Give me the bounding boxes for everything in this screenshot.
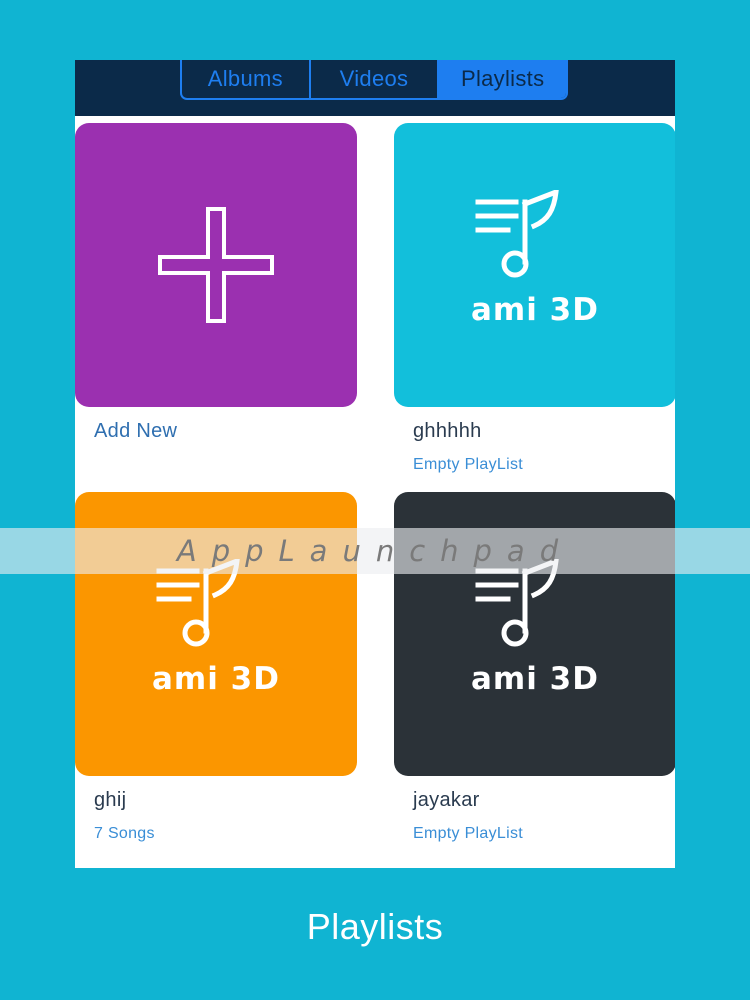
add-new-label: Add New (94, 420, 178, 442)
music-note-icon (156, 559, 240, 647)
music-note-icon (475, 559, 559, 647)
logo-text: ami 3D (152, 661, 280, 697)
playlist-tile[interactable]: ami 3D (394, 123, 675, 407)
segmented-control: Albums Videos Playlists (180, 60, 568, 100)
app-logo: ami 3D (450, 559, 620, 709)
top-bar: Albums Videos Playlists (75, 60, 675, 116)
watermark-banner: AppLaunchpad (0, 528, 750, 574)
playlist-subtitle: 7 Songs (94, 825, 155, 842)
app-screen: Albums Videos Playlists Add New ami 3D g… (75, 60, 675, 868)
tab-albums[interactable]: Albums (182, 60, 311, 98)
playlist-subtitle: Empty PlayList (413, 456, 524, 473)
app-logo: ami 3D (131, 559, 301, 709)
screen-caption: Playlists (306, 906, 444, 947)
add-new-tile[interactable] (75, 123, 357, 407)
playlist-name: ghhhhh (413, 420, 482, 442)
playlist-subtitle: Empty PlayList (413, 825, 524, 842)
tab-playlists[interactable]: Playlists (439, 60, 566, 98)
plus-icon (158, 207, 274, 323)
logo-text: ami 3D (471, 292, 599, 328)
tab-videos[interactable]: Videos (311, 60, 440, 98)
app-logo: ami 3D (450, 190, 620, 340)
logo-text: ami 3D (471, 661, 599, 697)
playlist-name: jayakar (413, 789, 480, 811)
playlist-name: ghij (94, 789, 127, 811)
music-note-icon (475, 190, 559, 278)
